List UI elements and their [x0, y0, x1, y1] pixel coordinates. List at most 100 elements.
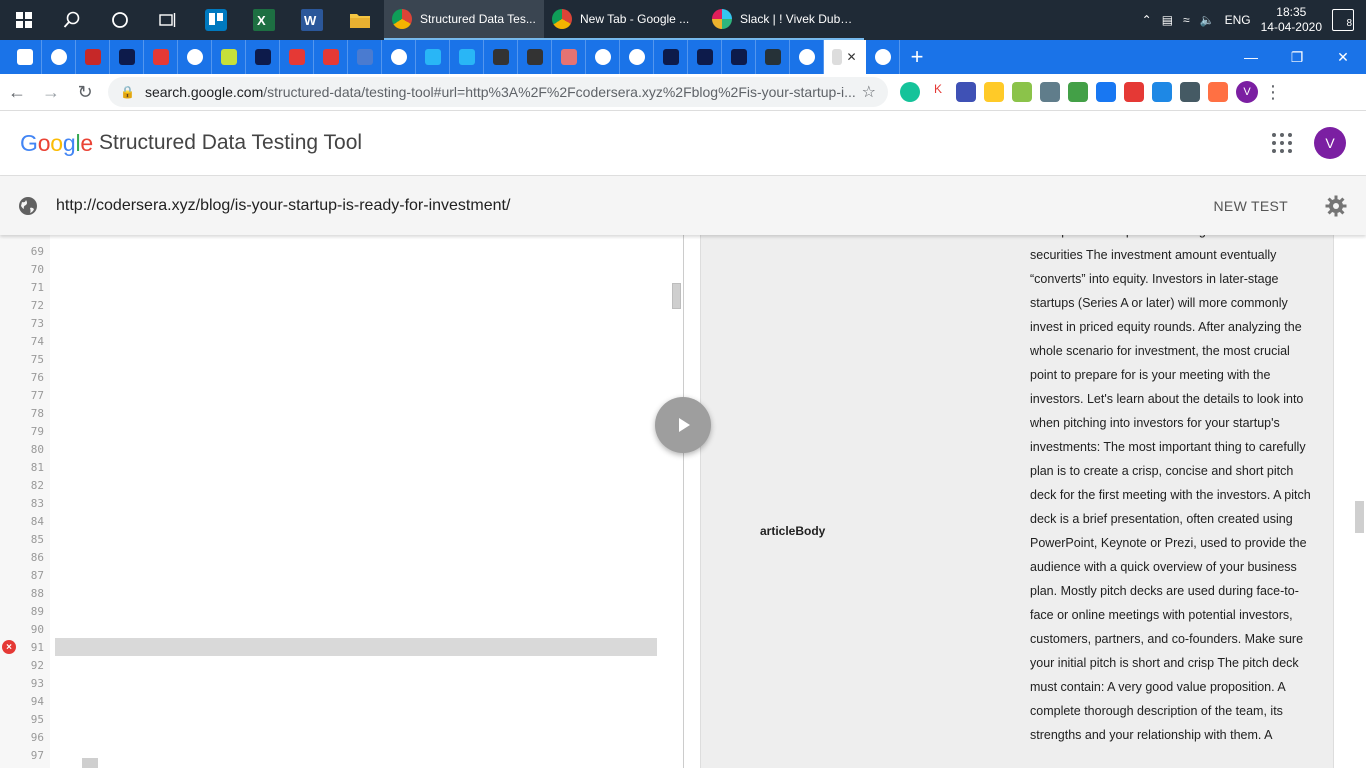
globe-favicon-icon: [874, 49, 891, 65]
browser-tab[interactable]: [416, 40, 450, 74]
editor-horizontal-scrollbar-thumb[interactable]: [82, 758, 98, 768]
line-number: 93: [30, 677, 44, 690]
wifi-icon[interactable]: ≈: [1183, 13, 1190, 27]
notification-center-icon[interactable]: 8: [1332, 9, 1354, 31]
browser-tab[interactable]: [314, 40, 348, 74]
extensions-bar: K: [900, 82, 1228, 102]
error-icon[interactable]: ×: [2, 640, 16, 654]
logo-letter: o: [50, 129, 63, 156]
browser-tab[interactable]: [866, 40, 900, 74]
browser-tab[interactable]: [756, 40, 790, 74]
editor-scrollbar-thumb[interactable]: [672, 283, 681, 309]
trello-icon[interactable]: [192, 0, 240, 40]
browser-tab[interactable]: [722, 40, 756, 74]
browser-tab[interactable]: [552, 40, 586, 74]
task-view-icon[interactable]: [144, 0, 192, 40]
clock[interactable]: 18:35 14-04-2020: [1261, 5, 1322, 35]
extension-icon[interactable]: [1040, 82, 1060, 102]
restore-icon[interactable]: ❐: [1274, 40, 1320, 74]
windows-start-icon[interactable]: [0, 0, 48, 40]
cortana-icon[interactable]: [96, 0, 144, 40]
bookmark-star-icon[interactable]: ☆: [862, 82, 876, 102]
extension-icon[interactable]: [1068, 82, 1088, 102]
browser-tab[interactable]: [450, 40, 484, 74]
browser-tab[interactable]: [212, 40, 246, 74]
browser-tab-active[interactable]: ✕: [824, 40, 866, 74]
browser-tab[interactable]: [246, 40, 280, 74]
extension-icon[interactable]: K: [928, 82, 948, 102]
extension-icon[interactable]: [1208, 82, 1228, 102]
extension-icon[interactable]: [1152, 82, 1172, 102]
lock-icon[interactable]: 🔒: [120, 85, 135, 99]
browser-tab[interactable]: [110, 40, 144, 74]
language-indicator[interactable]: ENG: [1225, 13, 1251, 27]
browser-tab[interactable]: [654, 40, 688, 74]
extension-icon[interactable]: [1012, 82, 1032, 102]
taskbar-app-chrome-new-tab[interactable]: New Tab - Google ...: [544, 0, 704, 40]
codersera-favicon-icon: [254, 49, 271, 65]
code-editor-panel[interactable]: 69 70 71 72 73 74 75 76 77 78 79 80 81 82 83 84 85 86 87 88…: [0, 235, 684, 768]
taskbar-app-chrome-structured-data[interactable]: Structured Data Tes...: [384, 0, 544, 40]
browser-tab[interactable]: [76, 40, 110, 74]
line-number: 87: [30, 569, 44, 582]
browser-tab[interactable]: [620, 40, 654, 74]
browser-tab[interactable]: [280, 40, 314, 74]
browser-tab[interactable]: [518, 40, 552, 74]
tested-url[interactable]: http://codersera.xyz/blog/is-your-startu…: [56, 197, 510, 215]
clock-date: 14-04-2020: [1260, 20, 1322, 34]
network-icon[interactable]: ▤: [1162, 13, 1173, 27]
browser-tab[interactable]: [8, 40, 42, 74]
browser-tab[interactable]: [382, 40, 416, 74]
line-number: 76: [30, 371, 44, 384]
browser-tab[interactable]: [688, 40, 722, 74]
chevron-up-icon[interactable]: ⌃: [1142, 13, 1152, 27]
browser-tab[interactable]: [178, 40, 212, 74]
extension-icon[interactable]: [1124, 82, 1144, 102]
close-window-icon[interactable]: ✕: [1320, 40, 1366, 74]
browser-tab[interactable]: [484, 40, 518, 74]
browser-tab[interactable]: [42, 40, 76, 74]
browser-menu-icon[interactable]: ⋮: [1258, 82, 1288, 103]
google-logo[interactable]: Google: [20, 130, 93, 157]
file-explorer-icon[interactable]: [336, 0, 384, 40]
results-scrollbar-thumb[interactable]: [1355, 501, 1364, 533]
line-number: 73: [30, 317, 44, 330]
google-apps-icon[interactable]: [1270, 131, 1294, 155]
line-number: 96: [30, 731, 44, 744]
line-number: 75: [30, 353, 44, 366]
browser-tab[interactable]: [586, 40, 620, 74]
search-icon[interactable]: [48, 0, 96, 40]
browser-tab[interactable]: [348, 40, 382, 74]
extension-icon[interactable]: [956, 82, 976, 102]
wordpress-favicon-icon: [798, 49, 815, 65]
extension-icon[interactable]: [1180, 82, 1200, 102]
excel-icon[interactable]: X: [240, 0, 288, 40]
tab-favicon-icon: [424, 49, 441, 65]
volume-icon[interactable]: 🔈: [1200, 13, 1215, 27]
back-arrow-icon[interactable]: ←: [0, 75, 34, 109]
forward-arrow-icon[interactable]: →: [34, 75, 68, 109]
close-tab-icon[interactable]: ✕: [846, 50, 856, 64]
gear-icon[interactable]: [1324, 194, 1348, 218]
new-test-button[interactable]: NEW TEST: [1214, 198, 1288, 214]
globe-icon: [18, 196, 38, 216]
google-favicon-icon: [186, 49, 203, 65]
account-avatar[interactable]: V: [1314, 127, 1346, 159]
grammarly-extension-icon[interactable]: [900, 82, 920, 102]
line-number: 78: [30, 407, 44, 420]
property-value: startup at a fixed price investing in co…: [1030, 235, 1311, 742]
taskbar-app-slack[interactable]: Slack | ! Vivek Dube...: [704, 0, 864, 40]
word-icon[interactable]: W: [288, 0, 336, 40]
extension-icon[interactable]: [1096, 82, 1116, 102]
minimize-icon[interactable]: —: [1228, 40, 1274, 74]
run-test-button[interactable]: [655, 397, 711, 453]
address-bar[interactable]: 🔒 search.google.com /structured-data/tes…: [108, 77, 888, 107]
browser-tab[interactable]: [790, 40, 824, 74]
extension-icon[interactable]: [984, 82, 1004, 102]
browser-profile-avatar[interactable]: V: [1236, 81, 1258, 103]
line-number: 77: [30, 389, 44, 402]
browser-tab[interactable]: [144, 40, 178, 74]
reload-icon[interactable]: ↻: [68, 75, 102, 109]
line-number: 83: [30, 497, 44, 510]
new-tab-plus-icon[interactable]: +: [900, 40, 934, 74]
